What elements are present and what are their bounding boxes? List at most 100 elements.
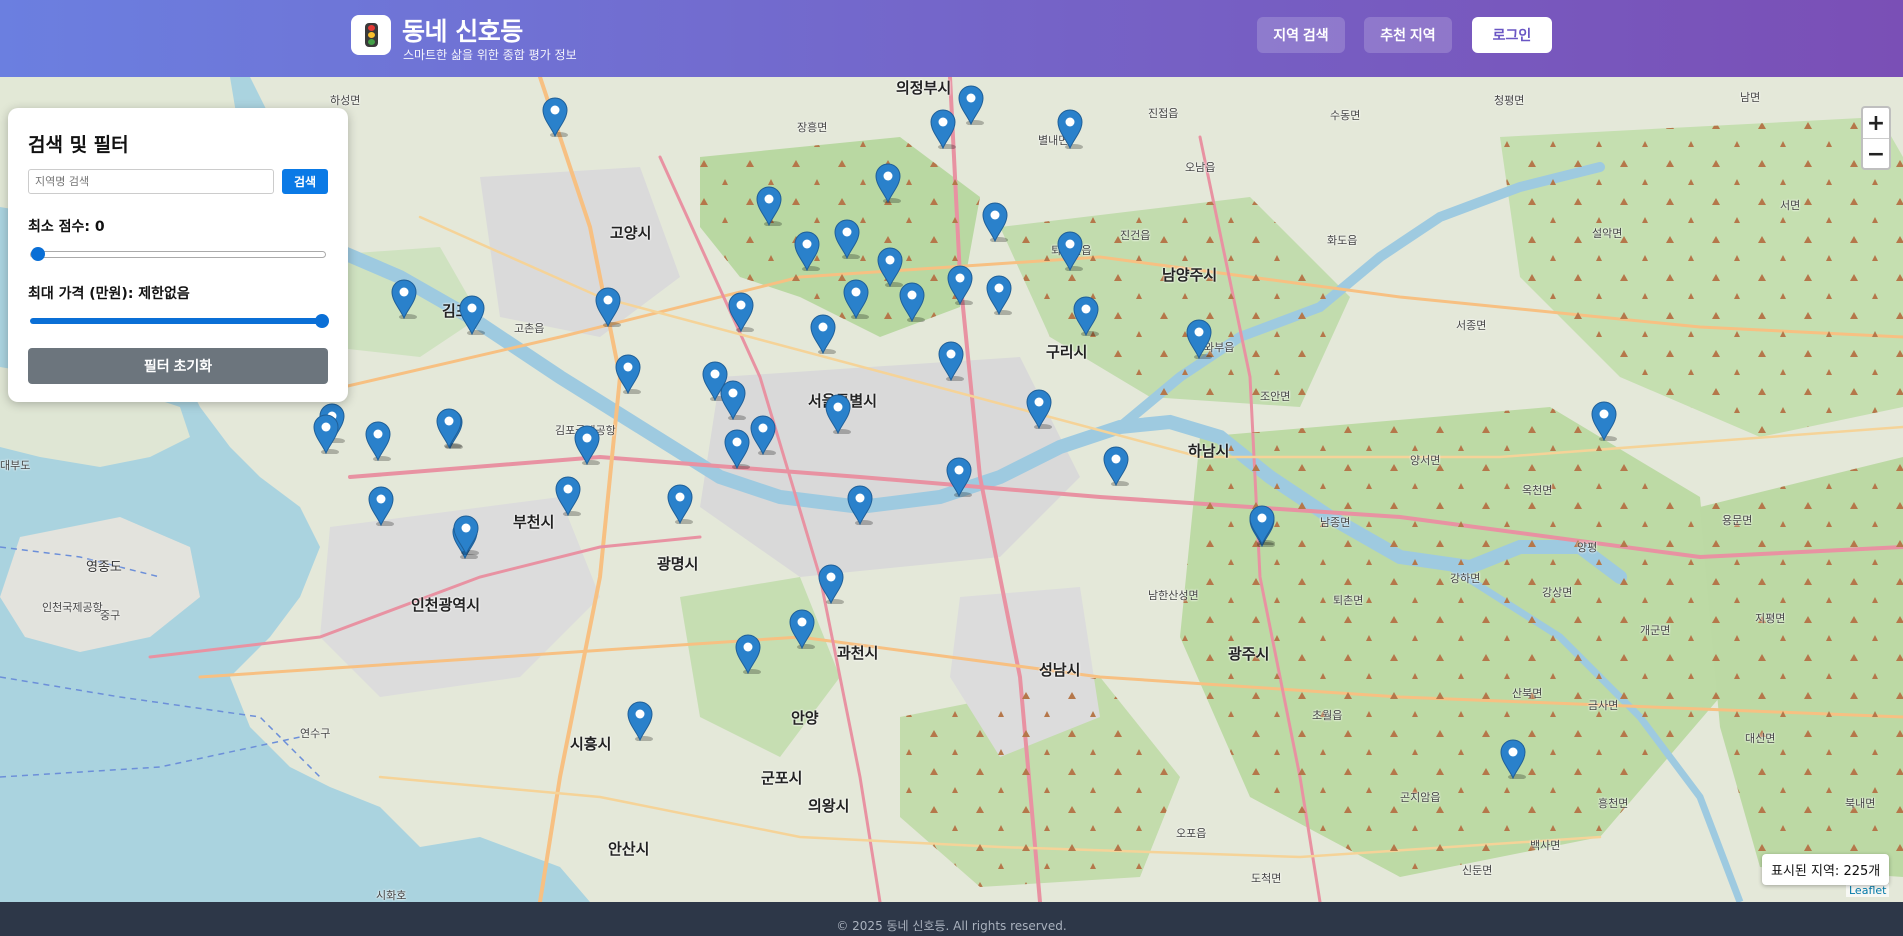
- place-label: 설악면: [1592, 227, 1623, 240]
- location-marker-icon[interactable]: [313, 414, 339, 454]
- max-price-track[interactable]: [30, 318, 326, 324]
- place-label: 인천국제공항: [42, 601, 103, 614]
- min-score-thumb[interactable]: [31, 247, 45, 261]
- place-label: 연수구: [300, 727, 331, 740]
- location-marker-icon[interactable]: [1591, 401, 1617, 441]
- place-label: 진건읍: [1120, 229, 1151, 242]
- place-label: 용문면: [1722, 514, 1753, 527]
- copyright-text: © 2025 동네 신호등. All rights reserved.: [836, 919, 1067, 933]
- reset-filter-button[interactable]: 필터 초기화: [28, 348, 328, 384]
- location-marker-icon[interactable]: [875, 163, 901, 203]
- location-marker-icon[interactable]: [982, 202, 1008, 242]
- place-label: 대부도: [0, 459, 31, 472]
- location-marker-icon[interactable]: [938, 341, 964, 381]
- location-marker-icon[interactable]: [453, 515, 479, 555]
- min-score-label: 최소 점수: 0: [28, 219, 105, 235]
- place-label: 시흥시: [570, 735, 612, 753]
- location-marker-icon[interactable]: [825, 394, 851, 434]
- place-label: 남면: [1740, 91, 1761, 104]
- location-marker-icon[interactable]: [735, 634, 761, 674]
- location-marker-icon[interactable]: [756, 186, 782, 226]
- location-marker-icon[interactable]: [595, 287, 621, 327]
- place-label: 양평: [1577, 541, 1598, 554]
- location-marker-icon[interactable]: [810, 314, 836, 354]
- location-marker-icon[interactable]: [365, 421, 391, 461]
- location-marker-icon[interactable]: [818, 564, 844, 604]
- place-label: 곤지암읍: [1400, 791, 1441, 804]
- location-marker-icon[interactable]: [368, 486, 394, 526]
- traffic-light-logo[interactable]: [351, 15, 391, 55]
- location-marker-icon[interactable]: [720, 380, 746, 420]
- location-marker-icon[interactable]: [555, 476, 581, 516]
- location-marker-icon[interactable]: [1026, 389, 1052, 429]
- location-marker-icon[interactable]: [947, 265, 973, 305]
- location-marker-icon[interactable]: [834, 219, 860, 259]
- location-marker-icon[interactable]: [946, 457, 972, 497]
- location-marker-icon[interactable]: [1500, 739, 1526, 779]
- place-label: 의왕시: [808, 797, 850, 815]
- location-marker-icon[interactable]: [794, 231, 820, 271]
- place-label: 안양: [791, 709, 819, 727]
- location-marker-icon[interactable]: [574, 425, 600, 465]
- place-label: 장흥면: [797, 121, 828, 134]
- nav-search-button[interactable]: 지역 검색: [1257, 17, 1345, 53]
- max-price-thumb[interactable]: [315, 314, 329, 328]
- place-label: 대신면: [1745, 732, 1776, 745]
- place-label: 화도읍: [1327, 234, 1358, 247]
- location-marker-icon[interactable]: [1057, 109, 1083, 149]
- place-label: 고촌읍: [514, 322, 545, 335]
- min-score-track[interactable]: [30, 251, 326, 258]
- login-button[interactable]: 로그인: [1472, 17, 1552, 53]
- location-marker-icon[interactable]: [667, 484, 693, 524]
- place-label: 남양주시: [1162, 266, 1218, 284]
- page-footer: © 2025 동네 신호등. All rights reserved.: [0, 902, 1903, 936]
- visible-region-count: 표시된 지역: 225개: [1762, 854, 1890, 885]
- filter-panel: 검색 및 필터 검색 최소 점수: 0 최대 가격 (만원): 제한없음 필터 …: [8, 108, 348, 402]
- max-price-label: 최대 가격 (만원): 제한없음: [28, 286, 190, 302]
- place-label: 광명시: [657, 555, 699, 573]
- location-marker-icon[interactable]: [724, 429, 750, 469]
- place-label: 도척면: [1251, 872, 1282, 885]
- location-marker-icon[interactable]: [436, 408, 462, 448]
- location-marker-icon[interactable]: [750, 415, 776, 455]
- place-label: 개군면: [1640, 624, 1671, 637]
- location-marker-icon[interactable]: [627, 701, 653, 741]
- place-label: 수동면: [1330, 109, 1361, 122]
- place-label: 고양시: [610, 224, 652, 242]
- app-title[interactable]: 동네 신호등: [402, 12, 523, 48]
- region-search-button[interactable]: 검색: [282, 169, 328, 194]
- place-label: 중구: [100, 609, 121, 622]
- location-marker-icon[interactable]: [542, 97, 568, 137]
- place-label: 강상면: [1542, 586, 1573, 599]
- location-marker-icon[interactable]: [899, 282, 925, 322]
- place-label: 금사면: [1588, 699, 1619, 712]
- location-marker-icon[interactable]: [1073, 296, 1099, 336]
- location-marker-icon[interactable]: [843, 279, 869, 319]
- region-search-input[interactable]: [28, 169, 274, 194]
- filter-panel-title: 검색 및 필터: [28, 134, 129, 156]
- zoom-out-button[interactable]: −: [1863, 139, 1889, 169]
- place-label: 초월읍: [1312, 709, 1343, 722]
- place-label: 남종면: [1320, 516, 1351, 529]
- location-marker-icon[interactable]: [1249, 505, 1275, 545]
- place-label: 흥천면: [1598, 797, 1629, 810]
- location-marker-icon[interactable]: [615, 354, 641, 394]
- place-label: 진접읍: [1148, 107, 1179, 120]
- location-marker-icon[interactable]: [958, 85, 984, 125]
- location-marker-icon[interactable]: [789, 609, 815, 649]
- place-label: 청평면: [1494, 94, 1525, 107]
- location-marker-icon[interactable]: [986, 275, 1012, 315]
- location-marker-icon[interactable]: [930, 109, 956, 149]
- location-marker-icon[interactable]: [1103, 446, 1129, 486]
- leaflet-attribution[interactable]: Leaflet: [1846, 884, 1890, 897]
- location-marker-icon[interactable]: [459, 295, 485, 335]
- location-marker-icon[interactable]: [847, 485, 873, 525]
- location-marker-icon[interactable]: [1186, 319, 1212, 359]
- nav-recommend-button[interactable]: 추천 지역: [1364, 17, 1452, 53]
- place-label: 백사면: [1530, 839, 1561, 852]
- location-marker-icon[interactable]: [877, 247, 903, 287]
- zoom-in-button[interactable]: +: [1863, 108, 1889, 139]
- location-marker-icon[interactable]: [391, 279, 417, 319]
- location-marker-icon[interactable]: [728, 292, 754, 332]
- location-marker-icon[interactable]: [1057, 231, 1083, 271]
